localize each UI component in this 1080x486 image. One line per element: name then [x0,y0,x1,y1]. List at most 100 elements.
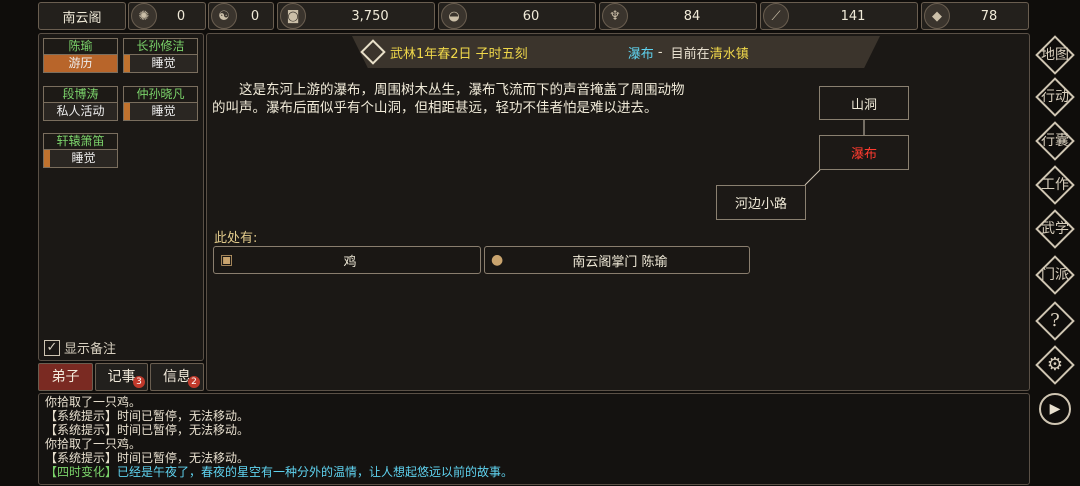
stat-box-1[interactable]: ✺ 0 [128,2,206,30]
side-button-map[interactable]: 地图 [1035,35,1075,75]
disciple-status: 睡觉 [123,55,198,73]
log-line: 你拾取了一只鸡。 [45,437,142,451]
disciple-status-label: 睡觉 [151,56,176,70]
stat-box-7[interactable]: ◆ 78 [921,2,1029,30]
npc-sect-master-label: 南云阁掌门 陈瑜 [572,254,668,270]
checkbox-checked-icon: ✓ [44,339,60,356]
herb-icon: ♆ [602,3,628,29]
help-button[interactable]: ? [1035,301,1075,341]
play-button[interactable]: ▶ [1036,390,1074,428]
side-button-bag[interactable]: 行囊 [1035,121,1075,161]
disciple-name: 仲孙晓凡 [123,86,198,103]
log-line: 【系统提示】时间已暂停，无法移动。 [45,409,250,423]
log-tag: 【四时变化】 [45,465,118,479]
map-node-cave-label: 山洞 [850,97,877,113]
disciple-name: 陈瑜 [43,38,118,55]
disciple-status: 私人活动 [43,103,118,121]
records-badge: 3 [133,376,145,388]
stat-box-2[interactable]: ☯ 0 [208,2,274,30]
item-chicken[interactable]: ▣ 鸡 [213,246,481,274]
show-notes-toggle[interactable]: ✓ 显示备注 [44,338,116,357]
disciple-name: 长孙修洁 [123,38,198,55]
current-prefix: 目前在 [670,46,710,62]
side-label-action: 行动 [1041,89,1069,105]
gear-icon: ⚙ [1046,354,1064,375]
map-node-waterfall-current[interactable]: 瀑布 [819,135,909,170]
tab-disciples[interactable]: 弟子 [38,363,93,391]
wood-icon: ⟋ [763,3,789,29]
place-name: 瀑布 [627,46,654,62]
stat-value-4: 60 [522,8,540,24]
disciple-status-label: 睡觉 [71,151,96,165]
disciple-panel [38,33,204,361]
item-chicken-label: 鸡 [343,254,357,270]
disciple-card[interactable]: 仲孙晓凡 睡觉 [123,86,198,122]
stat-value-1: 0 [176,8,186,24]
side-label-map: 地图 [1041,47,1069,63]
town-name: 清水镇 [709,46,749,62]
disciple-status: 睡觉 [123,103,198,121]
play-icon: ▶ [1039,393,1071,425]
person-icon: ● [491,252,504,268]
side-label-work: 工作 [1041,177,1069,193]
side-label-bag: 行囊 [1041,133,1069,149]
ore-icon: ◆ [924,3,950,29]
log-line: 【系统提示】时间已暂停，无法移动。 [45,423,250,437]
stat-value-7: 78 [980,8,998,24]
side-button-action[interactable]: 行动 [1035,77,1075,117]
stat-box-3[interactable]: ◙ 3,750 [277,2,435,30]
disciple-name: 轩辕箫笛 [43,133,118,150]
place-separator: - [653,44,667,60]
sect-name: 南云阁 [62,10,102,26]
question-mark-icon: ? [1050,310,1060,331]
stat-value-5: 84 [683,8,701,24]
side-button-sect[interactable]: 门派 [1035,255,1075,295]
disciple-status: 睡觉 [43,150,118,168]
npc-sect-master[interactable]: ● 南云阁掌门 陈瑜 [484,246,750,274]
map-node-road-label: 河边小路 [734,197,787,212]
disciple-status: 游历 [43,55,118,73]
here-label: 此处有: [214,231,258,246]
message-log[interactable]: 你拾取了一只鸡。 【系统提示】时间已暂停，无法移动。 【系统提示】时间已暂停，无… [38,393,1030,485]
stat-value-2: 0 [250,8,260,24]
tab-info-label: 信息 [163,369,191,385]
disciple-name: 段博涛 [43,86,118,103]
side-label-martial-arts: 武学 [1041,221,1069,237]
log-text: 已经是午夜了，春夜的星空有一种分外的温情，让人想起悠远以前的故事。 [117,465,514,479]
location-header: 武林1年春2日 子时五刻 瀑布 - 目前在 清水镇 [352,36,880,68]
side-button-martial-arts[interactable]: 武学 [1035,209,1075,249]
yin-yang-icon: ☯ [211,3,237,29]
stat-box-4[interactable]: ◒ 60 [438,2,596,30]
stat-box-5[interactable]: ♆ 84 [599,2,757,30]
log-line: 你拾取了一只鸡。 [45,395,142,409]
coin-purse-icon: ✺ [131,3,157,29]
map-node-waterfall-label: 瀑布 [850,147,877,162]
map-node-cave[interactable]: 山洞 [819,86,909,120]
stat-value-3: 3,750 [351,8,389,24]
tab-disciples-label: 弟子 [51,369,80,385]
location-description: 这是东河上游的瀑布，周围树木丛生，瀑布飞流而下的声音掩盖了周围动物的叫声。瀑布后… [212,82,685,116]
sect-name-box[interactable]: 南云阁 [38,2,126,30]
settings-button[interactable]: ⚙ [1035,345,1075,385]
disciple-status-label: 私人活动 [56,104,105,118]
side-label-sect: 门派 [1041,267,1069,283]
date-time: 武林1年春2日 子时五刻 [390,46,528,62]
food-bowl-icon: ◒ [441,3,467,29]
item-bag-icon: ▣ [220,252,234,268]
disciple-status-label: 游历 [68,56,93,70]
disciple-card[interactable]: 长孙修洁 睡觉 [123,38,198,74]
stat-box-6[interactable]: ⟋ 141 [760,2,918,30]
disciple-card[interactable]: 段博涛 私人活动 [43,86,118,122]
side-button-work[interactable]: 工作 [1035,165,1075,205]
show-notes-label: 显示备注 [64,342,117,357]
disciple-card[interactable]: 陈瑜 游历 [43,38,118,74]
log-line: 【系统提示】时间已暂停，无法移动。 [45,451,250,465]
disciple-card[interactable]: 轩辕箫笛 睡觉 [43,133,118,169]
log-line: 【四时变化】已经是午夜了，春夜的星空有一种分外的温情，让人想起悠远以前的故事。 [45,465,1023,479]
copper-coin-icon: ◙ [280,3,306,29]
disciple-status-label: 睡觉 [151,104,176,118]
map-node-riverside-road[interactable]: 河边小路 [716,185,806,220]
stat-value-6: 141 [840,8,866,24]
tab-records-label: 记事 [107,369,136,385]
info-badge: 2 [188,376,200,388]
